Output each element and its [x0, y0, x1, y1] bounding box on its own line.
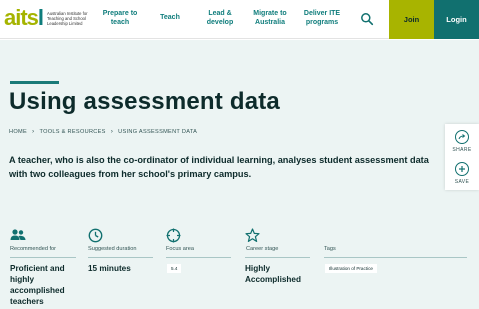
focus-area-tag[interactable]: 5.4 [167, 264, 182, 273]
tags-label: Tags [324, 246, 336, 252]
breadcrumb-home[interactable]: HOME [9, 129, 27, 135]
career-stage-label: Career stage [246, 246, 279, 252]
logo-subtitle: Australian Institute for Teaching and Sc… [47, 10, 88, 26]
save-label: SAVE [454, 179, 470, 185]
lead-paragraph: A teacher, who is also the co-ordinator … [9, 153, 479, 181]
nav-lead-develop[interactable]: Lead & develop [202, 10, 238, 27]
nav-label: Prepare to [102, 10, 138, 17]
value-line: highly [10, 275, 35, 284]
value-line: Accomplished [245, 275, 301, 284]
suggested-duration-value: 15 minutes [88, 264, 131, 273]
logo-wordmark: aitsl [4, 5, 44, 30]
share-button[interactable]: SHARE [445, 130, 479, 153]
clock-icon [88, 228, 103, 243]
nav-label: develop [206, 18, 234, 26]
star-icon [245, 228, 260, 242]
search-icon[interactable] [360, 12, 374, 26]
breadcrumb: HOME › TOOLS & RESOURCES › USING ASSESSM… [9, 128, 197, 135]
nav-label: Lead & [208, 10, 232, 17]
site-header: aitsl Australian Institute for Teaching … [0, 0, 479, 39]
nav-label: Teach [160, 14, 180, 21]
nav-prepare-to-teach[interactable]: Prepare to teach [100, 10, 140, 27]
lead-line: A teacher, who is also the co-ordinator … [9, 155, 429, 165]
divider [10, 257, 76, 258]
nav-label: Migrate to [253, 10, 287, 17]
value-line: Proficient and [10, 264, 65, 273]
focus-area-label: Focus area [166, 246, 194, 252]
suggested-duration-label: Suggested duration [88, 246, 137, 252]
recommended-for-label: Recommended for [10, 246, 57, 252]
plus-icon [455, 162, 469, 176]
nav-label: Deliver ITE [303, 10, 341, 17]
divider [324, 257, 467, 258]
divider [166, 257, 231, 258]
join-button[interactable]: Join [389, 0, 434, 39]
nav-label: programs [305, 18, 339, 26]
nav-migrate-to-australia[interactable]: Migrate to Australia [250, 10, 290, 27]
tag-illustration-of-practice[interactable]: Illustration of Practice [325, 264, 377, 273]
value-line: Highly [245, 264, 271, 273]
share-icon [455, 130, 469, 144]
chevron-right-icon: › [31, 128, 35, 135]
nav-deliver-ite-programs[interactable]: Deliver ITE programs [300, 10, 344, 27]
nav-label: Australia [255, 18, 285, 26]
value-line: accomplished [10, 286, 65, 295]
login-button[interactable]: Login [434, 0, 479, 39]
page-title: Using assessment data [9, 88, 280, 115]
breadcrumb-current: USING ASSESSMENT DATA [118, 128, 198, 135]
users-icon [10, 228, 26, 242]
chevron-right-icon: › [110, 128, 114, 135]
nav-teach[interactable]: Teach [155, 14, 185, 23]
target-icon [166, 228, 181, 243]
lead-line: with two colleagues from her school's pr… [9, 169, 252, 179]
aitsl-logo[interactable]: aitsl Australian Institute for Teaching … [4, 6, 95, 30]
nav-label: teach [110, 18, 130, 26]
recommended-for-value: Proficient and highly accomplished teach… [10, 263, 80, 307]
share-label: SHARE [452, 147, 472, 153]
divider [245, 257, 310, 258]
share-save-panel: SHARE SAVE [445, 124, 479, 190]
value-line: teachers [10, 297, 44, 306]
career-stage-value: Highly Accomplished [245, 263, 301, 285]
title-accent-bar [10, 81, 59, 84]
breadcrumb-tools-resources[interactable]: TOOLS & RESOURCES [39, 129, 105, 135]
divider [88, 257, 153, 258]
save-button[interactable]: SAVE [445, 162, 479, 185]
